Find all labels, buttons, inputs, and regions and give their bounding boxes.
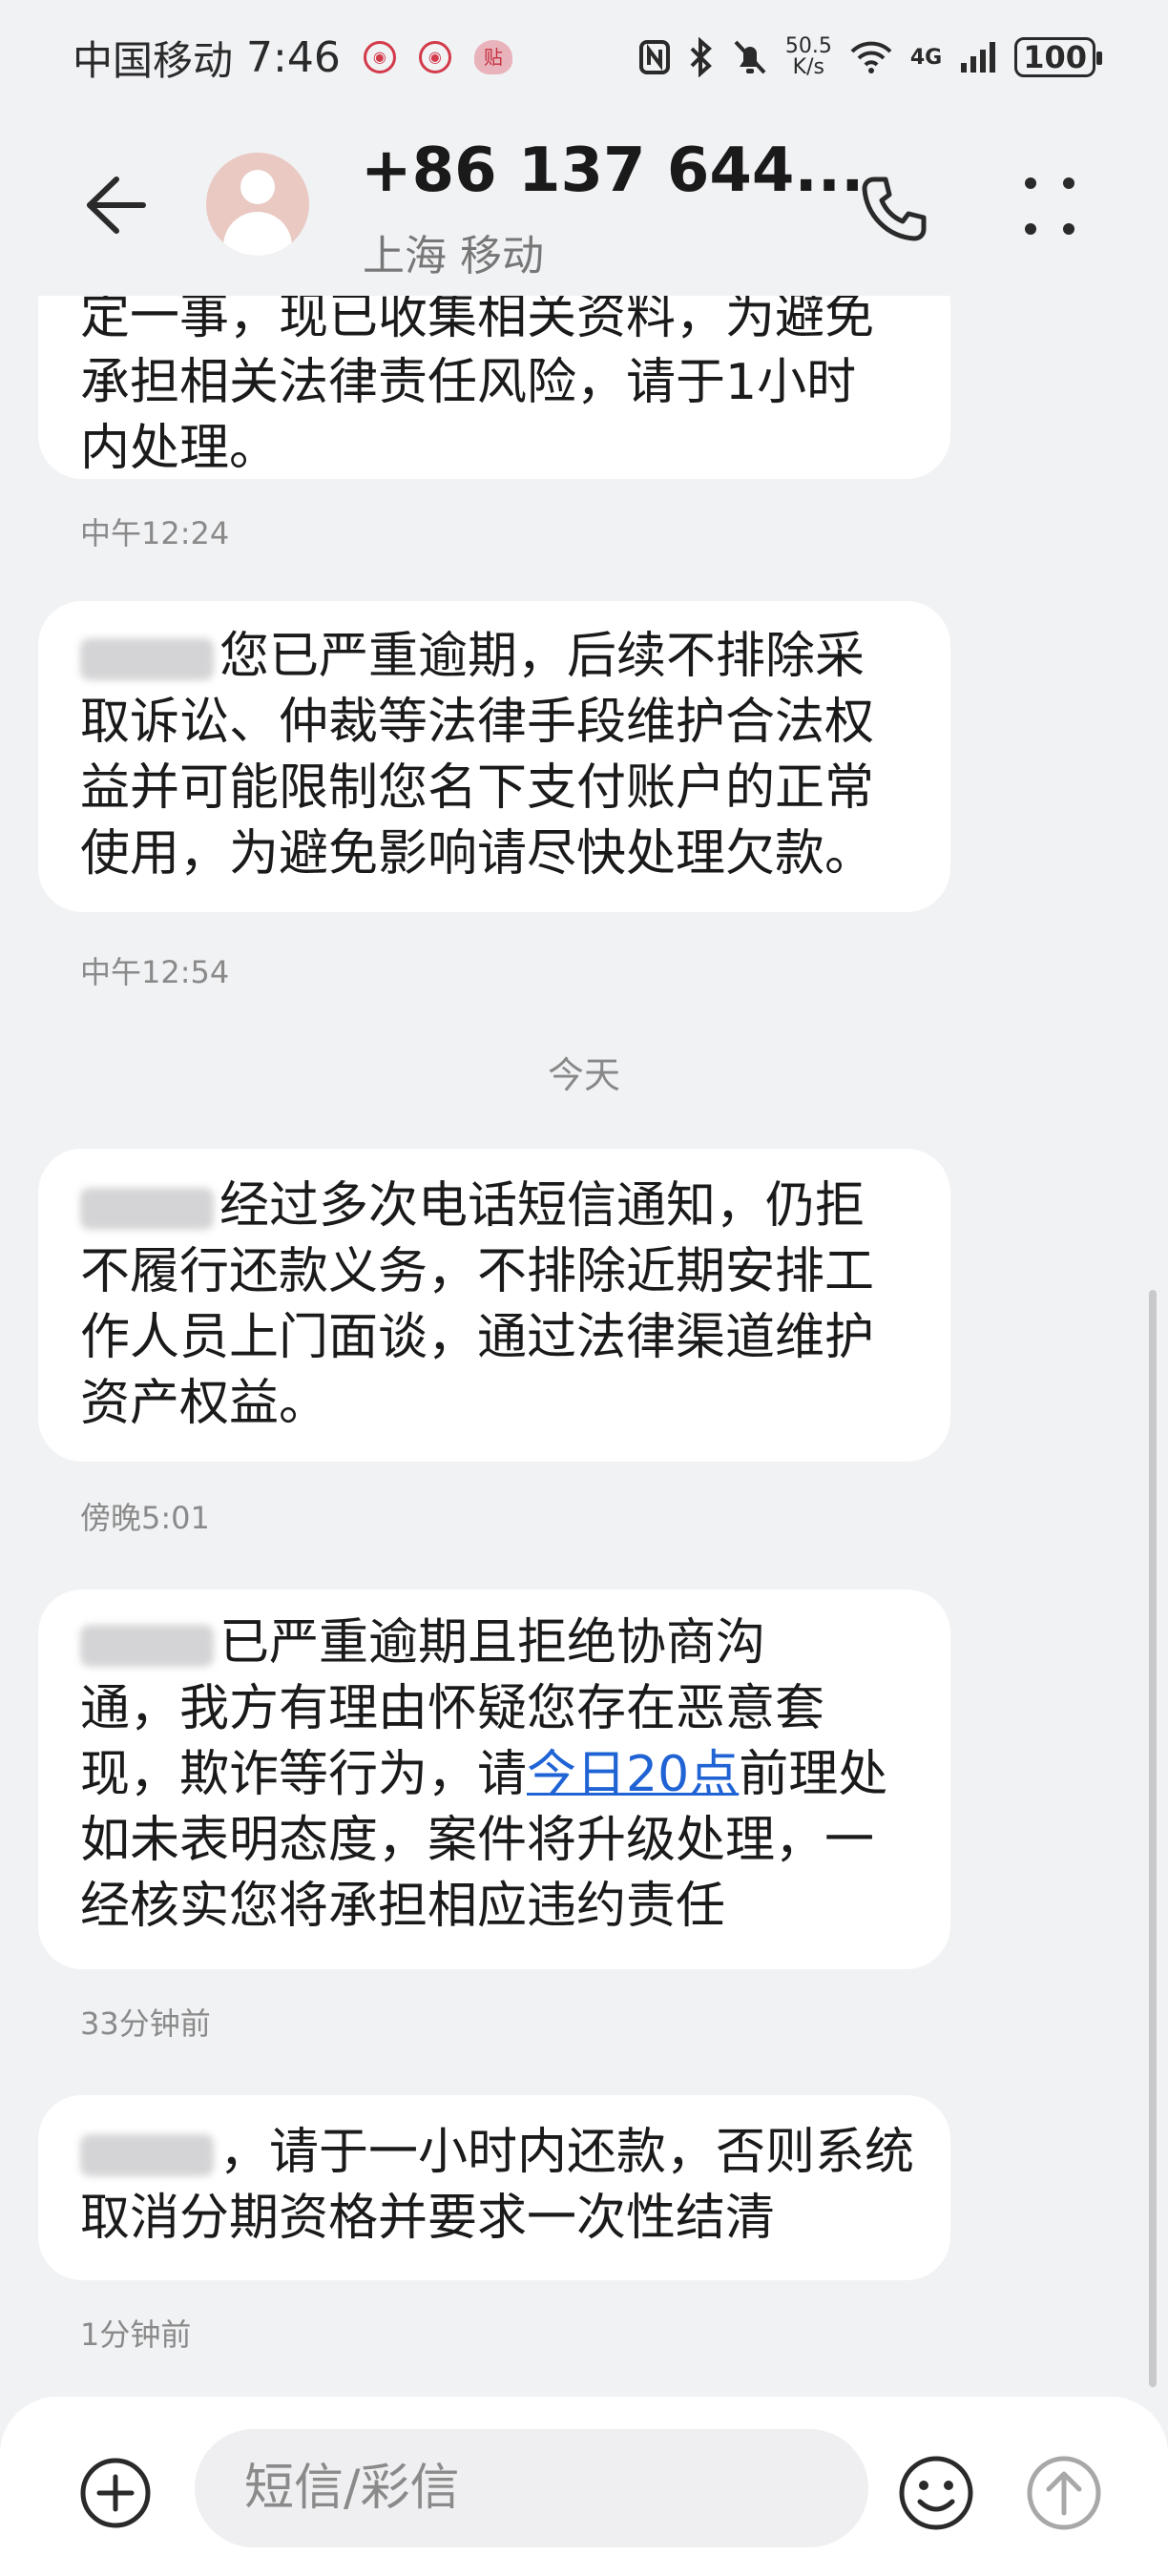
redacted-name	[80, 1625, 214, 1667]
composer-bar	[0, 2397, 1168, 2576]
message-line: ，请于一小时内还款，否则系统	[219, 2124, 915, 2181]
message-line: 您已严重逾期，后续不排除采	[219, 628, 866, 685]
message-line: 取诉讼、仲裁等法律手段维护合法权	[80, 694, 875, 751]
contact-location: 上海 移动	[363, 232, 544, 280]
weibo-notification-icon: ◉	[363, 41, 396, 73]
message-line: 经核实您将承担相应违约责任	[80, 1878, 726, 1935]
message-line: 内处理。	[80, 420, 280, 477]
message-bubble[interactable]: 经过多次电话短信通知，仍拒 不履行还款义务，不排除近期安排工 作人员上门面谈，通…	[38, 1149, 950, 1462]
network-type: 4G	[909, 45, 943, 70]
message-list[interactable]: 定一事，现已收集相关资料，为避免 承担相关法律责任风险，请于1小时 内处理。 中…	[0, 258, 1168, 2395]
message-timestamp: 1分钟前	[80, 2316, 192, 2353]
message-line: 经过多次电话短信通知，仍拒	[219, 1177, 866, 1235]
contact-name[interactable]: +86 137 644...	[361, 135, 864, 206]
message-line: 益并可能限制您名下支付账户的正常	[80, 759, 875, 817]
status-right: 50.5 K/s 4G 100	[638, 34, 1102, 79]
more-vertical-icon[interactable]	[1019, 168, 1080, 244]
wifi-icon	[850, 41, 892, 73]
redacted-name	[80, 2134, 214, 2176]
message-line: 通，我方有理由怀疑您存在恶意套	[80, 1680, 825, 1737]
arrow-left-icon[interactable]	[78, 170, 149, 240]
sticker-notification-icon: 贴	[473, 40, 512, 74]
day-separator: 今天	[547, 1054, 620, 1096]
avatar[interactable]	[206, 153, 309, 256]
message-input[interactable]	[195, 2429, 868, 2547]
message-bubble[interactable]: 已严重逾期且拒绝协商沟 通，我方有理由怀疑您存在恶意套 现，欺诈等行为，请今日2…	[38, 1589, 950, 1969]
message-line: 资产权益。	[80, 1375, 329, 1432]
message-line: 前理处	[739, 1746, 888, 1803]
scrollbar[interactable]	[1149, 1290, 1157, 2387]
date-link[interactable]: 今日20点	[527, 1746, 739, 1803]
message-line: 取消分期资格并要求一次性结清	[80, 2190, 776, 2247]
message-line: 使用，为避免影响请尽快处理欠款。	[80, 825, 875, 883]
battery-indicator: 100	[1014, 37, 1102, 77]
message-timestamp: 33分钟前	[80, 2005, 211, 2042]
bluetooth-icon	[690, 37, 712, 77]
redacted-name	[80, 638, 214, 680]
message-line: 如未表明态度，案件将升级处理，一	[80, 1812, 875, 1869]
smiley-icon[interactable]	[897, 2454, 975, 2532]
signal-icon	[961, 42, 996, 73]
message-timestamp: 傍晚5:01	[80, 1500, 210, 1536]
phone-icon[interactable]	[859, 172, 931, 244]
app-notification-icon: ◉	[418, 41, 451, 73]
message-line: 承担相关法律责任风险，请于1小时	[80, 354, 857, 411]
message-line: 不履行还款义务，不排除近期安排工	[80, 1243, 875, 1300]
message-timestamp: 中午12:24	[80, 515, 230, 551]
avatar-body-shape	[223, 212, 292, 256]
avatar-head-shape	[240, 170, 275, 204]
nfc-icon	[638, 40, 670, 74]
conversation-header: +86 137 644... 上海 移动	[0, 114, 1168, 296]
message-timestamp: 中午12:54	[80, 954, 230, 990]
message-bubble[interactable]: 您已严重逾期，后续不排除采 取诉讼、仲裁等法律手段维护合法权 益并可能限制您名下…	[38, 601, 950, 912]
message-line: 已严重逾期且拒绝协商沟	[219, 1614, 766, 1672]
status-left: 中国移动 7:46 ◉ ◉ 贴	[73, 29, 512, 87]
plus-circle-icon[interactable]	[78, 2456, 153, 2530]
message-bubble[interactable]: ，请于一小时内还款，否则系统 取消分期资格并要求一次性结清	[38, 2095, 950, 2280]
message-line: 作人员上门面谈，通过法律渠道维护	[80, 1309, 875, 1366]
message-line: 现，欺诈等行为，请	[80, 1746, 528, 1803]
status-bar: 中国移动 7:46 ◉ ◉ 贴 50.5 K/s 4G 100	[0, 0, 1168, 114]
redacted-name	[80, 1188, 214, 1230]
mute-bell-icon	[734, 40, 766, 74]
net-speed: 50.5 K/s	[784, 34, 832, 79]
clock: 7:46	[246, 32, 341, 82]
arrow-up-circle-icon[interactable]	[1025, 2454, 1103, 2532]
carrier-label: 中国移动	[73, 36, 234, 84]
